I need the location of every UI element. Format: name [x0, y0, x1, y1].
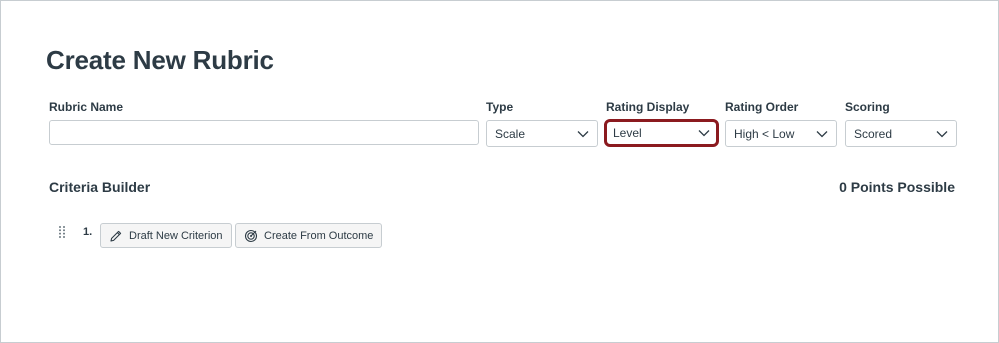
rubric-page: Create New Rubric Rubric Name Type Scale…: [0, 0, 999, 343]
scoring-select-value: Scored: [854, 126, 893, 141]
type-select-value: Scale: [495, 126, 526, 141]
rubric-name-label: Rubric Name: [49, 100, 124, 114]
rubric-name-input[interactable]: [49, 120, 479, 145]
target-icon: [244, 229, 258, 242]
page-title: Create New Rubric: [46, 45, 274, 75]
criterion-row-number: 1.: [83, 226, 93, 238]
rating-display-select[interactable]: Level: [604, 119, 719, 147]
scoring-select[interactable]: Scored: [845, 120, 957, 147]
type-label: Type: [486, 100, 514, 114]
create-from-outcome-label: Create From Outcome: [264, 229, 374, 242]
rating-order-select[interactable]: High < Low: [725, 120, 837, 147]
draft-new-criterion-button[interactable]: Draft New Criterion: [100, 223, 232, 248]
criteria-builder-heading: Criteria Builder: [49, 179, 151, 195]
chevron-down-icon: [936, 130, 948, 137]
type-select[interactable]: Scale: [486, 120, 598, 147]
draft-new-criterion-label: Draft New Criterion: [129, 229, 223, 242]
points-possible: 0 Points Possible: [839, 179, 955, 195]
chevron-down-icon: [698, 130, 710, 137]
chevron-down-icon: [816, 130, 828, 137]
rating-display-select-value: Level: [613, 126, 642, 140]
scoring-label: Scoring: [845, 100, 890, 114]
create-from-outcome-button[interactable]: Create From Outcome: [235, 223, 383, 248]
drag-handle-icon[interactable]: [58, 225, 66, 239]
chevron-down-icon: [577, 130, 589, 137]
rating-order-select-value: High < Low: [734, 126, 795, 141]
rating-display-label: Rating Display: [606, 100, 690, 114]
rating-order-label: Rating Order: [725, 100, 799, 114]
pencil-icon: [110, 230, 122, 242]
